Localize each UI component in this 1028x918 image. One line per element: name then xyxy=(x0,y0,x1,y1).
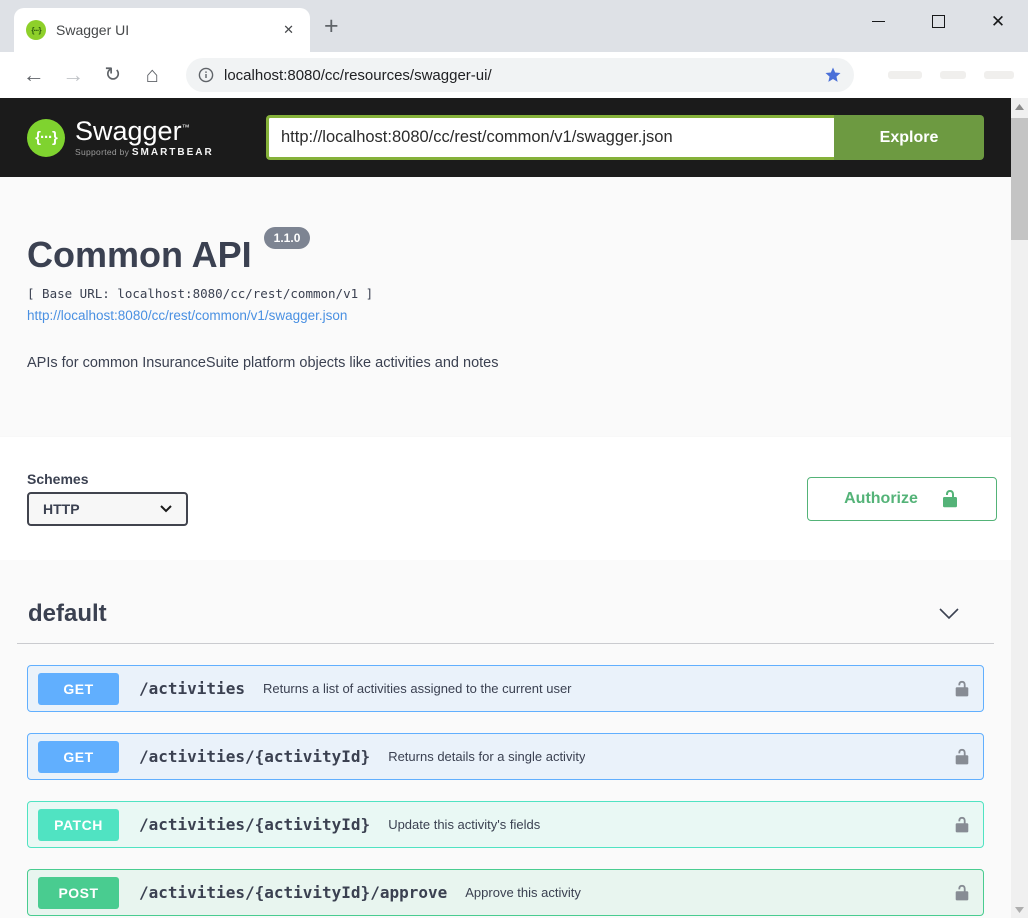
schemes-block: Schemes HTTP xyxy=(27,471,188,526)
supported-by-line: Supported by SMARTBEAR xyxy=(75,147,214,158)
minimize-button[interactable] xyxy=(848,0,908,42)
operation-row-get-activity-by-id[interactable]: GET /activities/{activityId} Returns det… xyxy=(27,733,984,780)
locked-padlock-icon[interactable] xyxy=(953,748,971,766)
operation-row-patch-activity[interactable]: PATCH /activities/{activityId} Update th… xyxy=(27,801,984,848)
method-badge: PATCH xyxy=(38,809,119,841)
tab-title: Swagger UI xyxy=(56,22,279,38)
url-text: localhost:8080/cc/resources/swagger-ui/ xyxy=(224,67,816,84)
window-controls: ✕ xyxy=(848,0,1028,42)
operation-path: /activities xyxy=(139,679,245,698)
spec-url-input[interactable] xyxy=(266,115,834,160)
reload-button[interactable]: ↻ xyxy=(93,65,133,85)
maximize-button[interactable] xyxy=(908,0,968,42)
swagger-brand-name: Swagger™ xyxy=(75,116,190,146)
bookmark-star-icon[interactable] xyxy=(824,66,842,84)
operation-path: /activities/{activityId} xyxy=(139,815,370,834)
operation-path: /activities/{activityId} xyxy=(139,747,370,766)
browser-toolbar: ← → ↻ ⌂ localhost:8080/cc/resources/swag… xyxy=(0,52,1028,98)
base-url: [ Base URL: localhost:8080/cc/rest/commo… xyxy=(27,286,984,301)
minimize-icon xyxy=(872,21,885,22)
swagger-logo: {···} Swagger™ Supported by SMARTBEAR xyxy=(27,118,214,158)
operations-section: default GET /activities Returns a list o… xyxy=(0,560,1011,916)
chevron-down-icon[interactable] xyxy=(938,607,960,621)
schemes-select[interactable]: HTTP xyxy=(27,492,188,526)
schemes-label: Schemes xyxy=(27,471,188,487)
maximize-icon xyxy=(932,15,945,28)
close-button[interactable]: ✕ xyxy=(968,0,1028,42)
method-badge: POST xyxy=(38,877,119,909)
method-badge: GET xyxy=(38,673,119,705)
api-info-section: Common API 1.1.0 [ Base URL: localhost:8… xyxy=(0,177,1011,437)
tab-close-icon[interactable]: ✕ xyxy=(279,20,298,40)
back-button[interactable]: ← xyxy=(14,64,54,86)
trademark-mark: ™ xyxy=(182,123,190,132)
scrollbar-thumb[interactable] xyxy=(1011,118,1028,240)
spec-json-link[interactable]: http://localhost:8080/cc/rest/common/v1/… xyxy=(27,308,347,323)
scroll-down-arrow-icon[interactable] xyxy=(1011,901,1028,918)
operation-summary: Update this activity's fields xyxy=(388,817,540,832)
scheme-container: Schemes HTTP Authorize xyxy=(0,437,1011,560)
page-info-icon[interactable] xyxy=(198,67,214,83)
toolbar-extensions-area xyxy=(888,71,1014,79)
extension-ghost xyxy=(888,71,922,79)
swagger-page: Common API 1.1.0 [ Base URL: localhost:8… xyxy=(0,177,1028,918)
api-description: APIs for common InsuranceSuite platform … xyxy=(27,355,984,371)
swagger-topbar: {···} Swagger™ Supported by SMARTBEAR Ex… xyxy=(0,98,1011,177)
browser-tab[interactable]: {···} Swagger UI ✕ xyxy=(14,8,310,52)
explore-button[interactable]: Explore xyxy=(834,115,984,160)
new-tab-button[interactable]: + xyxy=(324,16,339,36)
chevron-down-icon xyxy=(160,505,172,513)
operation-summary: Returns details for a single activity xyxy=(388,749,585,764)
operation-summary: Approve this activity xyxy=(465,885,581,900)
scroll-up-arrow-icon[interactable] xyxy=(1011,98,1028,115)
swagger-favicon-icon: {···} xyxy=(26,20,46,40)
schemes-selected-value: HTTP xyxy=(43,501,80,517)
operation-row-post-approve[interactable]: POST /activities/{activityId}/approve Ap… xyxy=(27,869,984,916)
version-badge: 1.1.0 xyxy=(264,227,311,249)
authorize-button[interactable]: Authorize xyxy=(807,477,997,521)
close-icon: ✕ xyxy=(991,13,1005,30)
swagger-logo-icon: {···} xyxy=(27,119,65,157)
method-badge: GET xyxy=(38,741,119,773)
address-bar[interactable]: localhost:8080/cc/resources/swagger-ui/ xyxy=(186,58,854,92)
tag-name: default xyxy=(28,600,107,628)
extension-ghost xyxy=(984,71,1014,79)
operation-summary: Returns a list of activities assigned to… xyxy=(263,681,572,696)
forward-button[interactable]: → xyxy=(54,64,94,86)
api-title: Common API xyxy=(27,233,252,276)
home-button[interactable]: ⌂ xyxy=(133,64,173,86)
operation-path: /activities/{activityId}/approve xyxy=(139,883,447,902)
operation-row-get-activities[interactable]: GET /activities Returns a list of activi… xyxy=(27,665,984,712)
locked-padlock-icon[interactable] xyxy=(953,816,971,834)
tag-header-default[interactable]: default xyxy=(17,560,994,644)
browser-tab-bar: {···} Swagger UI ✕ + ✕ xyxy=(0,0,1028,52)
locked-padlock-icon[interactable] xyxy=(953,680,971,698)
spec-url-form: Explore xyxy=(266,115,984,160)
vertical-scrollbar[interactable] xyxy=(1011,98,1028,918)
locked-padlock-icon[interactable] xyxy=(953,884,971,902)
api-title-row: Common API 1.1.0 xyxy=(27,233,984,276)
authorize-label: Authorize xyxy=(844,490,918,508)
unlocked-padlock-icon xyxy=(940,489,960,509)
extension-ghost xyxy=(940,71,966,79)
